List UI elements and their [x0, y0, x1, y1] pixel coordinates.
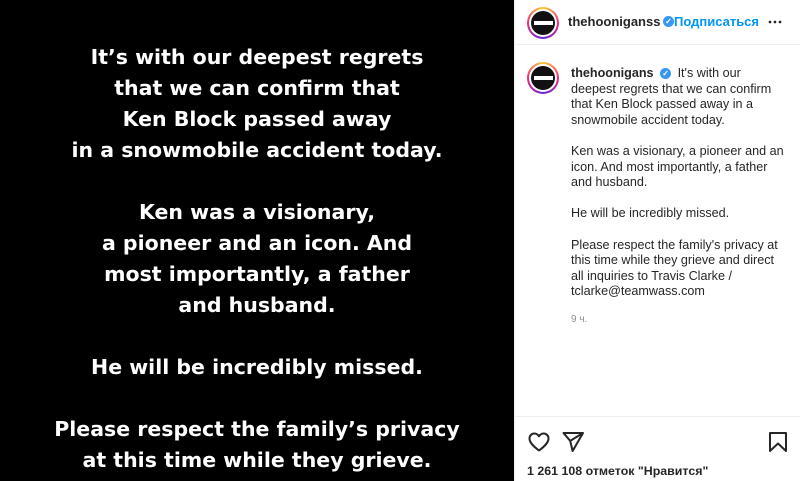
action-bar: 1 261 108 отметок "Нравится" — [515, 416, 800, 481]
hoonigan-logo-icon — [533, 75, 553, 81]
heart-icon[interactable] — [527, 430, 551, 454]
header-username[interactable]: thehooniganss — [568, 14, 660, 29]
image-text-line: most importantly, a father — [104, 262, 410, 286]
caption-paragraph: Please respect the family's privacy at t… — [571, 237, 778, 299]
post-timestamp[interactable]: 9 ч. — [571, 312, 789, 328]
more-options-icon[interactable] — [765, 12, 785, 32]
avatar[interactable] — [527, 7, 559, 39]
image-text-line: Ken was a visionary, — [138, 200, 376, 224]
paper-plane-icon[interactable] — [561, 430, 585, 454]
image-text-line: and husband. — [178, 293, 336, 317]
caption-avatar[interactable] — [527, 62, 559, 94]
image-text-line: a pioneer and an icon. And — [101, 231, 413, 255]
image-text-line: at this time while they grieve. — [82, 448, 432, 472]
post-header: thehooniganss ✓ Подписаться — [515, 0, 800, 45]
verified-badge-icon: ✓ — [660, 68, 672, 80]
image-text-line: Please respect the family’s privacy — [54, 417, 460, 441]
likes-count[interactable]: 1 261 108 отметок "Нравится" — [527, 464, 708, 478]
post-image: It’s with our deepest regrets that we ca… — [0, 0, 514, 481]
post-side-panel: thehooniganss ✓ Подписаться thehoonigans… — [514, 0, 800, 481]
image-paragraph: He will be incredibly missed. — [0, 352, 514, 383]
image-text-line: He will be incredibly missed. — [91, 355, 423, 379]
image-text-line: in a snowmobile accident today. — [71, 138, 443, 162]
caption-text: thehoonigans ✓ It's with our deepest reg… — [571, 66, 789, 327]
caption-username[interactable]: thehoonigans — [571, 66, 654, 80]
follow-button[interactable]: Подписаться — [674, 14, 759, 29]
image-paragraph: Please respect the family’s privacy at t… — [0, 414, 514, 476]
bookmark-icon[interactable] — [766, 430, 790, 454]
image-paragraph: Ken was a visionary, a pioneer and an ic… — [0, 197, 514, 321]
image-text-line: Ken Block passed away — [122, 107, 392, 131]
image-text-line: that we can confirm that — [114, 76, 400, 100]
image-paragraph: It’s with our deepest regrets that we ca… — [0, 42, 514, 166]
caption-paragraph: Ken was a visionary, a pioneer and an ic… — [571, 143, 784, 190]
image-text-line: It’s with our deepest regrets — [90, 45, 424, 69]
hoonigan-logo-icon — [533, 20, 553, 26]
caption-paragraph: He will be incredibly missed. — [571, 206, 730, 221]
verified-badge-icon: ✓ — [663, 16, 674, 27]
